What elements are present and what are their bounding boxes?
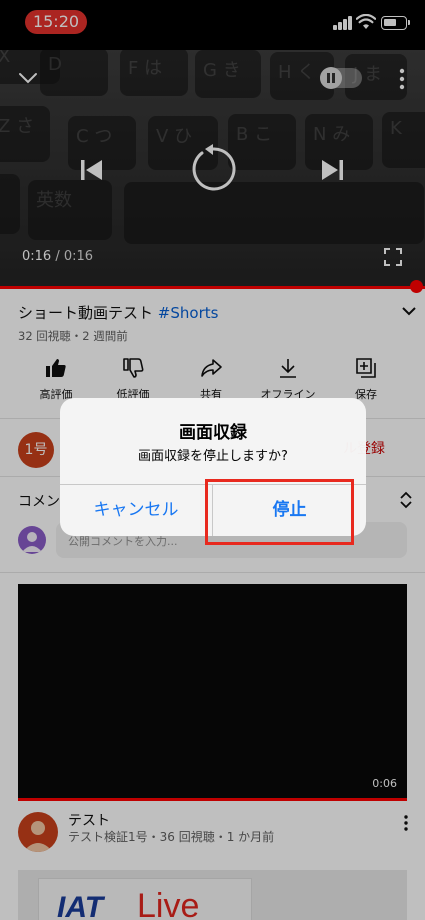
dialog-message: 画面収録を停止しますか? — [138, 449, 288, 464]
highlight-box — [205, 479, 354, 545]
cancel-button[interactable]: キャンセル — [60, 484, 212, 536]
dialog-title: 画面収録 — [179, 423, 247, 443]
